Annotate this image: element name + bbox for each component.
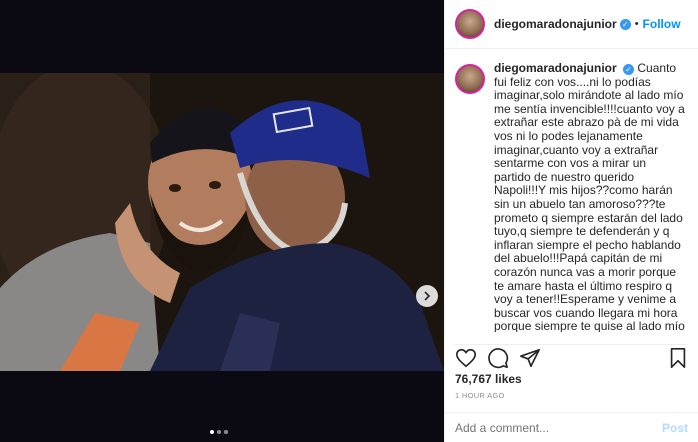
caption: diegomaradonajunior ✓ Cuanto fui feliz c…	[455, 62, 686, 332]
heart-icon	[456, 348, 476, 367]
post-comment-button[interactable]: Post	[662, 421, 688, 435]
follow-button[interactable]: Follow	[643, 17, 681, 31]
caption-avatar[interactable]	[455, 64, 485, 94]
photo-illustration	[0, 73, 444, 371]
avatar[interactable]	[455, 9, 485, 39]
comment-icon	[488, 347, 509, 368]
chevron-right-icon	[424, 291, 431, 301]
comment-button[interactable]	[487, 347, 509, 369]
verified-badge-icon: ✓	[619, 18, 631, 30]
like-button[interactable]	[455, 347, 477, 369]
post-photo[interactable]	[0, 73, 444, 371]
caption-text-block: diegomaradonajunior ✓ Cuanto fui feliz c…	[494, 62, 686, 332]
carousel-dot	[224, 430, 228, 434]
post-media	[0, 0, 444, 442]
comment-input[interactable]	[455, 420, 662, 435]
carousel-dot	[217, 430, 221, 434]
separator-dot: •	[634, 18, 639, 30]
action-bar	[455, 344, 688, 368]
carousel-dot	[210, 430, 214, 434]
caption-username[interactable]: diegomaradonajunior	[494, 62, 617, 75]
comment-bar: Post	[445, 412, 698, 442]
share-button[interactable]	[519, 347, 541, 369]
bookmark-icon	[670, 347, 686, 368]
share-icon	[520, 348, 540, 367]
carousel-indicator	[210, 430, 228, 434]
post-side-panel: diegomaradonajunior ✓ • Follow diegomara…	[444, 0, 698, 442]
next-slide-button[interactable]	[416, 285, 438, 307]
caption-text: Cuanto fui feliz con vos....ni lo podías…	[494, 62, 685, 332]
save-button[interactable]	[668, 347, 688, 369]
username-link[interactable]: diegomaradonajunior	[494, 17, 617, 31]
post-timestamp[interactable]: 1 HOUR AGO	[455, 391, 505, 400]
post-header: diegomaradonajunior ✓ • Follow	[445, 0, 698, 49]
likes-count[interactable]: 76,767 likes	[455, 372, 522, 386]
